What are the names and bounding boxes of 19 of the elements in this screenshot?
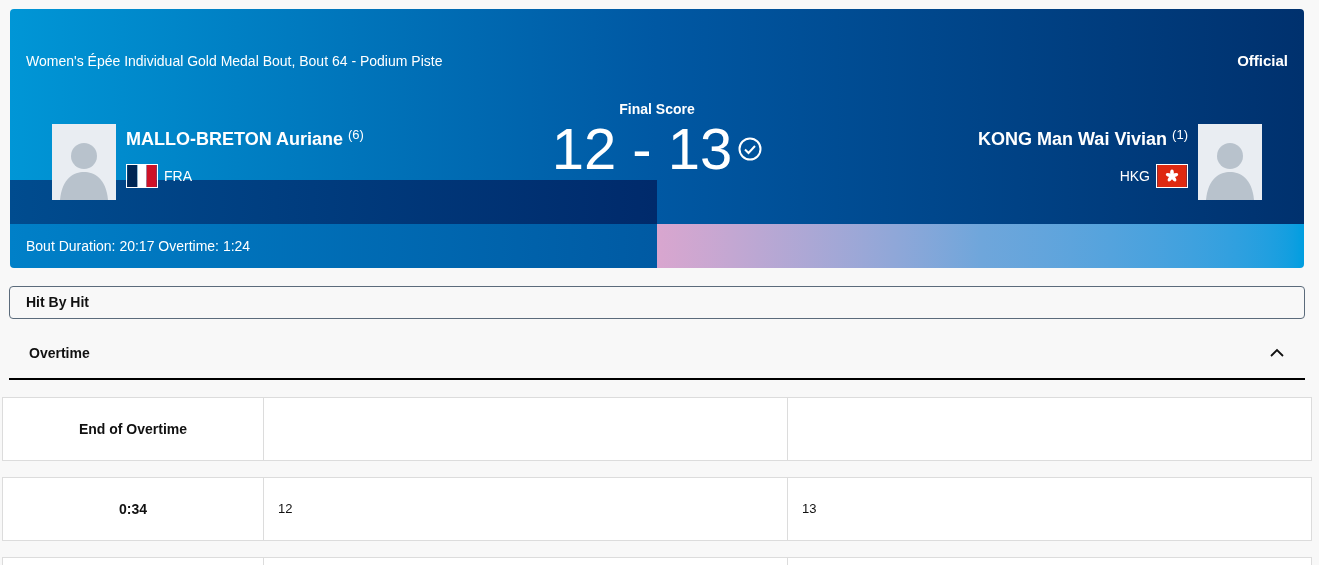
bout-duration: Bout Duration: 20:17 Overtime: 1:24 xyxy=(26,236,251,256)
overtime-section-header[interactable]: Overtime xyxy=(9,328,1305,380)
hit-by-hit-tab[interactable]: Hit By Hit xyxy=(9,286,1305,319)
fencer-name: MALLO-BRETON Auriane $^{(6)}$ xyxy=(126,128,364,150)
flag-icon xyxy=(126,164,158,188)
time-cell: End of Overtime xyxy=(2,397,264,461)
status-label: Official xyxy=(1237,50,1288,71)
event-title: Women's Épée Individual Gold Medal Bout, Bout 64 - Podium Piste xyxy=(26,51,443,71)
time-cell: 0:34 xyxy=(2,477,264,541)
flag-icon xyxy=(1156,164,1188,188)
score-label: Final Score xyxy=(619,100,695,119)
check-circle-icon xyxy=(738,137,763,161)
fencer-name: KONG Man Wai Vivian $^{(1)}$ xyxy=(978,128,1188,150)
country-code: FRA xyxy=(164,166,192,186)
final-score: 12 - 13 xyxy=(551,119,733,179)
score-cell: 12 xyxy=(264,477,788,541)
chevron-icon xyxy=(1269,348,1285,358)
score-cell: 13 xyxy=(788,477,1312,541)
country-code: HKG xyxy=(1119,166,1150,186)
